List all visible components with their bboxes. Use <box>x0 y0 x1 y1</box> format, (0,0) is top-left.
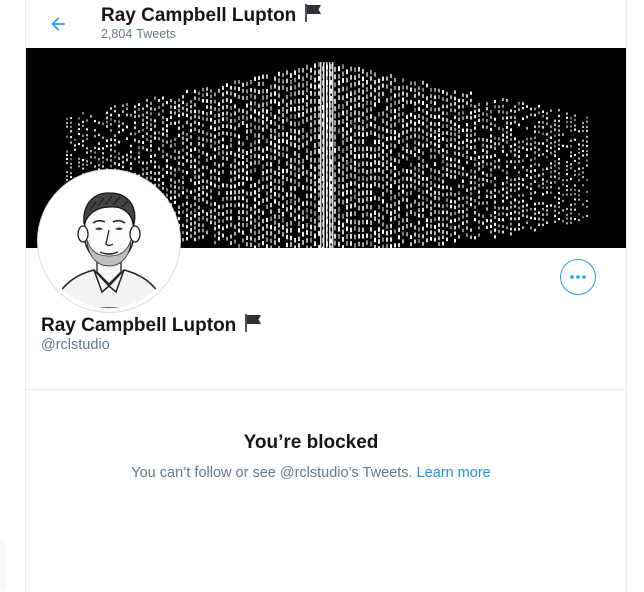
blocked-message: You can’t follow or see @rclstudio’s Twe… <box>26 465 596 481</box>
tweet-count: 2,804 Tweets <box>101 27 176 41</box>
profile-handle: @rclstudio <box>41 337 110 353</box>
avatar-portrait-illustration <box>42 174 176 308</box>
more-options-button[interactable] <box>560 259 596 295</box>
arrow-left-icon <box>51 17 65 31</box>
header-title: Ray Campbell Lupton <box>101 3 323 29</box>
section-divider <box>26 389 626 390</box>
profile-name: Ray Campbell Lupton <box>41 313 263 339</box>
tweet-count-number: 2,804 <box>101 27 133 41</box>
blocked-title: You’re blocked <box>243 432 379 453</box>
left-edge-panel <box>0 540 6 592</box>
back-button[interactable] <box>40 6 76 42</box>
top-header: Ray Campbell Lupton 2,804 Tweets <box>26 0 626 48</box>
flag-icon <box>243 313 263 339</box>
tweet-count-label: Tweets <box>136 27 176 41</box>
profile-column: Ray Campbell Lupton 2,804 Tweets Ray Cam… <box>25 0 627 592</box>
avatar[interactable] <box>38 170 180 312</box>
more-horizontal-icon <box>570 275 586 279</box>
profile-name-text: Ray Campbell Lupton <box>41 315 237 336</box>
header-name-text: Ray Campbell Lupton <box>101 5 297 26</box>
blocked-message-text: You can’t follow or see @rclstudio’s Twe… <box>131 465 413 481</box>
flag-icon <box>303 3 323 29</box>
learn-more-link[interactable]: Learn more <box>417 465 491 481</box>
